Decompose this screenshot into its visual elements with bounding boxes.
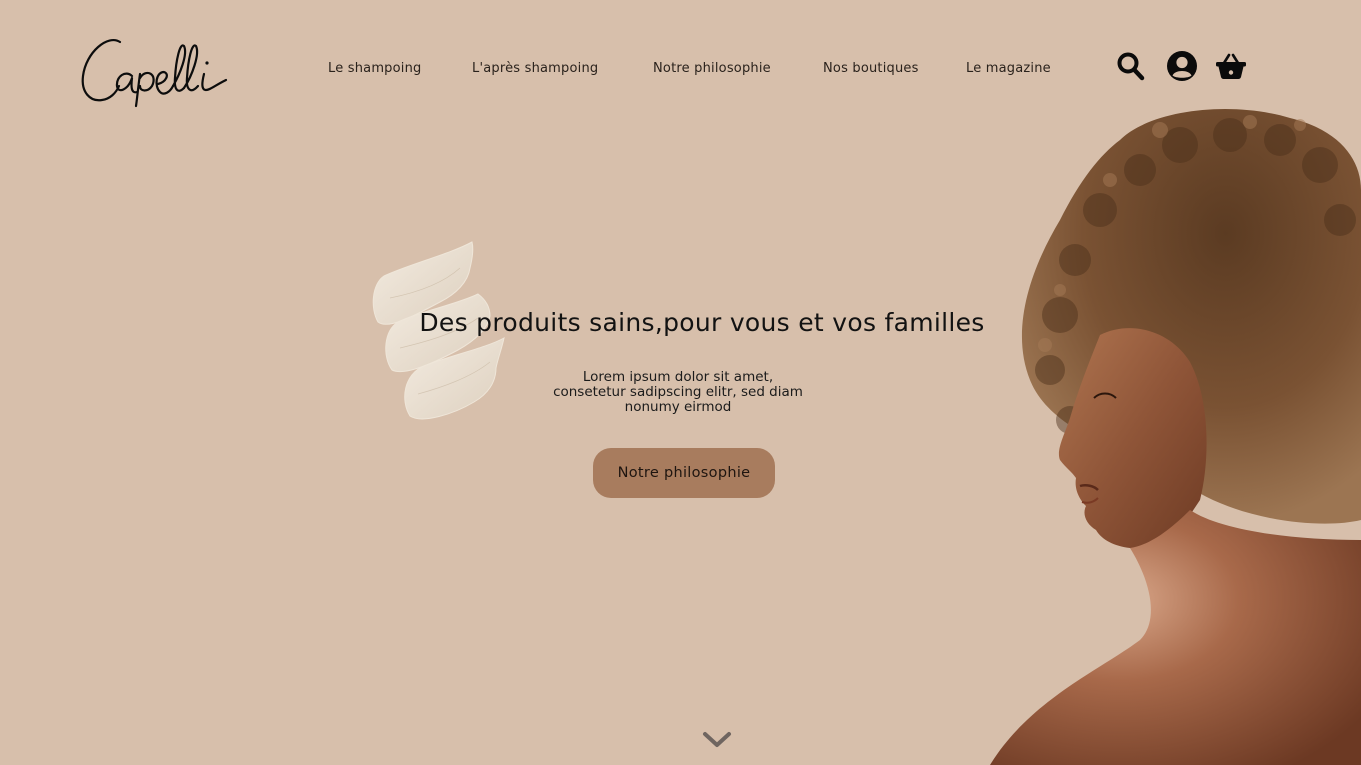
nav-item-shampoing[interactable]: Le shampoing [328,61,422,76]
woman-portrait-image [990,109,1361,765]
hero-title: Des produits sains,pour vous et vos fami… [419,308,985,337]
landing-page: Le shampoing L'après shampoing Notre phi… [0,0,1361,765]
hero-description: Lorem ipsum dolor sit amet, consetetur s… [553,369,803,415]
nav-item-nos-boutiques[interactable]: Nos boutiques [823,61,919,76]
nav-item-apres-shampoing[interactable]: L'après shampoing [472,61,598,76]
nav-item-notre-philosophie[interactable]: Notre philosophie [653,61,771,76]
nav-item-le-magazine[interactable]: Le magazine [966,61,1051,76]
user-account-icon[interactable] [1166,48,1198,84]
search-icon[interactable] [1115,48,1147,84]
shopping-basket-icon[interactable] [1215,48,1247,84]
philosophy-cta-button[interactable]: Notre philosophie [593,448,775,498]
logo-signature [81,39,228,108]
chevron-down-icon[interactable] [702,730,732,750]
brand-logo[interactable] [80,30,230,110]
